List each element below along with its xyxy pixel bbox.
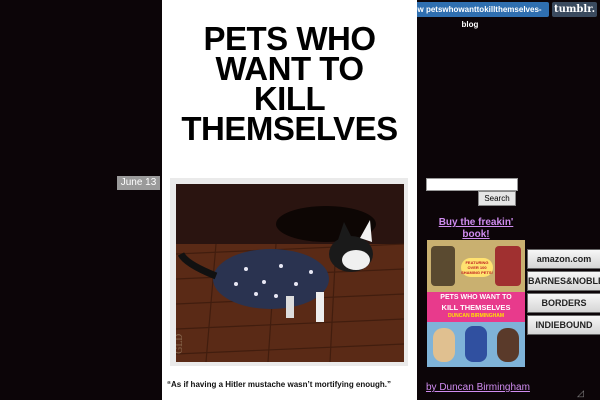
search-input[interactable] (426, 178, 518, 191)
buy-book-link[interactable]: Buy the freakin' book! (426, 217, 526, 241)
post-date[interactable]: June 13 (117, 176, 160, 190)
store-button-amazon[interactable]: amazon.com (527, 249, 600, 269)
blog-title[interactable]: PETS WHO WANT TO KILL THEMSELVES (162, 22, 417, 147)
book-title-line: PETS WHO WANT TO (440, 294, 512, 301)
post-caption: “As if having a Hitler mustache wasn’t m… (167, 380, 392, 389)
book-author: DUNCAN BIRMINGHAM (447, 313, 505, 319)
blog-title-line: THEMSELVES (181, 110, 398, 147)
store-button-indiebound[interactable]: INDIEBOUND (527, 315, 600, 335)
tumblr-logo-button[interactable]: tumblr. (552, 2, 597, 17)
post-photo[interactable]: GLD (176, 184, 404, 362)
cat-in-sweater-icon: GLD (176, 184, 404, 362)
author-link[interactable]: by Duncan Birmingham (426, 382, 536, 393)
store-button-borders[interactable]: BORDERS (527, 293, 600, 313)
book-title-line: KILL THEMSELVES (441, 303, 511, 312)
scroll-corner-icon: ◿ (577, 388, 584, 398)
book-cover-image[interactable]: FEATURING OVER 100 SHAMING PETS! PETS WH… (427, 240, 525, 367)
svg-text:GLD: GLD (176, 334, 185, 354)
book-tagline: FEATURING OVER 100 SHAMING PETS! (461, 258, 493, 277)
search-button[interactable]: Search (478, 191, 516, 206)
store-button-barnes-noble[interactable]: BARNES&NOBLE (527, 271, 600, 291)
